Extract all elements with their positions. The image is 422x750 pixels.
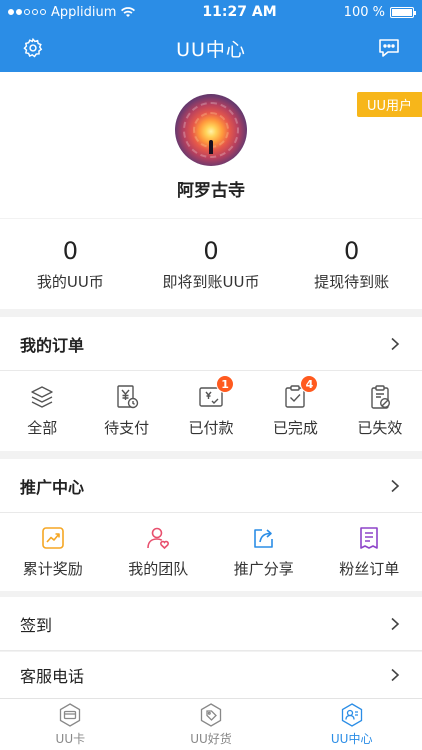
order-completed[interactable]: 4 已完成 — [253, 371, 337, 451]
stat-value: 0 — [344, 236, 360, 265]
status-right: 100 % — [343, 4, 416, 20]
chart-icon — [41, 527, 64, 549]
promo-label: 累计奖励 — [22, 560, 83, 578]
status-time: 11:27 AM — [202, 4, 277, 20]
gear-icon — [23, 37, 43, 58]
tab-uu-goods[interactable]: UU好货 — [141, 699, 282, 750]
promo-my-team[interactable]: 我的团队 — [106, 513, 212, 591]
promo-total-rewards[interactable]: 累计奖励 — [0, 513, 106, 591]
user-center-icon — [341, 703, 362, 727]
promo-label: 我的团队 — [128, 560, 189, 578]
battery-percent: 100 % — [343, 4, 385, 20]
orders-grid: 全部 待支付 1 已付款 4 已完成 已失效 — [0, 371, 422, 451]
user-level-badge[interactable]: UU用户 — [356, 92, 422, 117]
promo-share[interactable]: 推广分享 — [211, 513, 317, 591]
tab-uu-card[interactable]: UU卡 — [0, 699, 141, 750]
order-all[interactable]: 全部 — [0, 371, 84, 451]
layers-icon — [31, 386, 53, 408]
completed-icon-wrap: 4 — [282, 375, 319, 410]
stat-label: 提现待到账 — [314, 272, 390, 291]
service-phone-row[interactable]: 客服电话 — [0, 652, 422, 698]
stat-my-coins[interactable]: 0 我的UU币 — [0, 219, 141, 309]
tab-uu-center[interactable]: UU中心 — [281, 699, 422, 750]
promo-title: 推广中心 — [20, 477, 85, 497]
promo-header[interactable]: 推广中心 — [0, 459, 422, 513]
status-bar: Applidium 11:27 AM 100 % — [0, 0, 422, 24]
message-button[interactable] — [376, 35, 402, 61]
chevron-right-icon — [391, 668, 400, 682]
chevron-right-icon — [391, 617, 400, 630]
service-phone-label: 客服电话 — [20, 667, 85, 686]
order-pending-payment[interactable]: 待支付 — [84, 371, 168, 451]
message-icon — [379, 39, 399, 57]
checkin-row[interactable]: 签到 — [0, 597, 422, 651]
orders-header[interactable]: 我的订单 — [0, 317, 422, 371]
tab-label: UU卡 — [55, 732, 86, 746]
tab-label: UU好货 — [190, 732, 232, 746]
promo-grid: 累计奖励 我的团队 推广分享 粉丝订单 — [0, 513, 422, 591]
promo-fan-orders[interactable]: 粉丝订单 — [317, 513, 422, 591]
tab-bar: UU卡 UU好货 UU中心 — [0, 698, 422, 750]
order-label: 全部 — [27, 419, 58, 437]
stat-label: 我的UU币 — [36, 272, 104, 291]
stat-label: 即将到账UU币 — [162, 272, 260, 291]
share-icon — [253, 529, 273, 548]
stat-incoming-coins[interactable]: 0 即将到账UU币 — [141, 219, 282, 309]
stat-value: 0 — [203, 236, 219, 265]
user-name: 阿罗古寺 — [177, 181, 245, 201]
header: Applidium 11:27 AM 100 % UU中心 — [0, 0, 422, 72]
team-icon — [147, 527, 170, 550]
order-label: 已失效 — [357, 419, 403, 437]
avatar[interactable] — [175, 94, 247, 166]
status-left: Applidium — [8, 4, 136, 20]
order-label: 已付款 — [188, 419, 234, 437]
chevron-right-icon — [391, 479, 400, 492]
tab-label: UU中心 — [330, 732, 373, 746]
carrier-name: Applidium — [51, 4, 117, 20]
chevron-right-icon — [391, 337, 400, 350]
order-label: 已完成 — [272, 419, 318, 437]
paid-icon-wrap: 1 — [198, 375, 235, 410]
signal-icon — [8, 9, 46, 15]
profile-section: UU用户 阿罗古寺 — [0, 72, 422, 218]
order-expired[interactable]: 已失效 — [338, 371, 422, 451]
settings-button[interactable] — [20, 35, 46, 61]
checkin-label: 签到 — [20, 615, 53, 635]
order-paid[interactable]: 1 已付款 — [169, 371, 253, 451]
notification-badge: 1 — [216, 375, 235, 393]
expired-icon — [371, 385, 390, 409]
tag-icon — [200, 703, 222, 727]
pending-payment-icon — [116, 385, 138, 409]
wifi-icon — [121, 6, 136, 17]
promo-label: 粉丝订单 — [339, 560, 400, 578]
orders-title: 我的订单 — [20, 335, 85, 355]
card-icon — [60, 703, 81, 727]
battery-icon — [389, 6, 416, 18]
promo-label: 推广分享 — [233, 560, 294, 578]
page-title: UU中心 — [176, 38, 246, 61]
order-label: 待支付 — [104, 419, 150, 437]
stat-pending-withdrawal[interactable]: 0 提现待到账 — [281, 219, 422, 309]
notification-badge: 4 — [300, 375, 319, 393]
navbar: UU中心 — [0, 24, 422, 72]
stats-row: 0 我的UU币 0 即将到账UU币 0 提现待到账 — [0, 219, 422, 309]
stat-value: 0 — [62, 236, 78, 265]
order-list-icon — [360, 527, 379, 549]
